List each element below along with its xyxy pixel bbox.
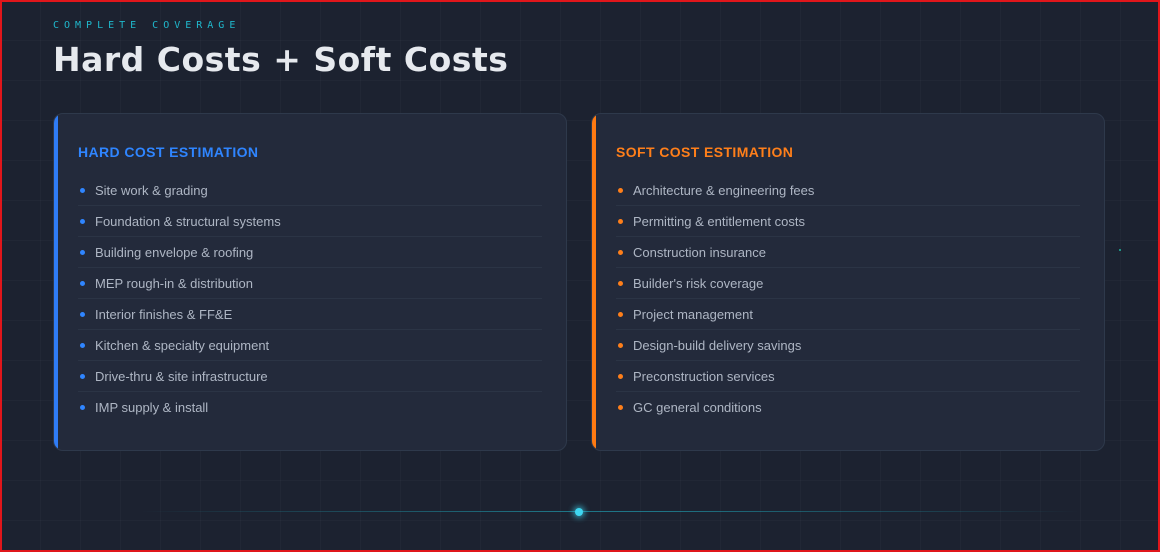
list-item: GC general conditions [616,392,1080,423]
list-item: Interior finishes & FF&E [78,299,542,330]
list-item-label: Builder's risk coverage [633,275,764,291]
list-item-label: Foundation & structural systems [95,213,281,229]
soft-cost-accent-bar [592,114,596,450]
soft-cost-title: SOFT COST ESTIMATION [616,144,794,160]
bullet-icon [80,342,85,348]
list-item: IMP supply & install [78,392,542,423]
bullet-icon [618,187,623,193]
list-item-label: Drive-thru & site infrastructure [95,368,268,384]
timeline-indicator-dot [575,508,583,516]
hard-cost-list: Site work & grading Foundation & structu… [78,175,542,423]
hard-cost-title: HARD COST ESTIMATION [78,144,259,160]
list-item: Design-build delivery savings [616,330,1080,361]
decorative-dot [1119,249,1121,251]
bullet-icon [618,373,623,379]
list-item: Kitchen & specialty equipment [78,330,542,361]
bullet-icon [618,280,623,286]
list-item: Builder's risk coverage [616,268,1080,299]
bullet-icon [618,405,623,410]
section-eyebrow: COMPLETE COVERAGE [53,20,241,31]
timeline-line [140,511,1080,512]
list-item: Project management [616,299,1080,330]
list-item-label: Building envelope & roofing [95,244,254,260]
list-item: Drive-thru & site infrastructure [78,361,542,392]
list-item-label: MEP rough-in & distribution [95,275,254,291]
list-item: Building envelope & roofing [78,237,542,268]
bullet-icon [80,311,85,317]
list-item: Architecture & engineering fees [616,175,1080,206]
hard-cost-accent-bar [54,114,58,450]
soft-cost-card: SOFT COST ESTIMATION Architecture & engi… [591,113,1105,451]
list-item: Preconstruction services [616,361,1080,392]
bullet-icon [80,218,85,224]
list-item-label: GC general conditions [633,400,762,415]
bullet-icon [618,218,623,224]
list-item: Construction insurance [616,237,1080,268]
list-item-label: IMP supply & install [95,400,209,415]
bullet-icon [80,249,85,255]
list-item-label: Design-build delivery savings [633,337,802,353]
list-item-label: Preconstruction services [633,368,775,384]
list-item-label: Site work & grading [95,182,208,198]
bullet-icon [80,280,85,286]
bullet-icon [80,373,85,379]
hard-cost-card: HARD COST ESTIMATION Site work & grading… [53,113,567,451]
soft-cost-list: Architecture & engineering fees Permitti… [616,175,1080,423]
list-item: Foundation & structural systems [78,206,542,237]
list-item-label: Kitchen & specialty equipment [95,337,270,353]
bullet-icon [618,342,623,348]
list-item-label: Interior finishes & FF&E [95,306,233,322]
list-item: Permitting & entitlement costs [616,206,1080,237]
list-item: MEP rough-in & distribution [78,268,542,299]
bullet-icon [80,187,85,193]
list-item-label: Architecture & engineering fees [633,182,815,198]
bullet-icon [618,249,623,255]
list-item-label: Permitting & entitlement costs [633,213,805,229]
bullet-icon [618,311,623,317]
list-item: Site work & grading [78,175,542,206]
bullet-icon [80,405,85,410]
page-title: Hard Costs + Soft Costs [53,40,509,79]
list-item-label: Construction insurance [633,244,766,260]
list-item-label: Project management [633,306,753,322]
